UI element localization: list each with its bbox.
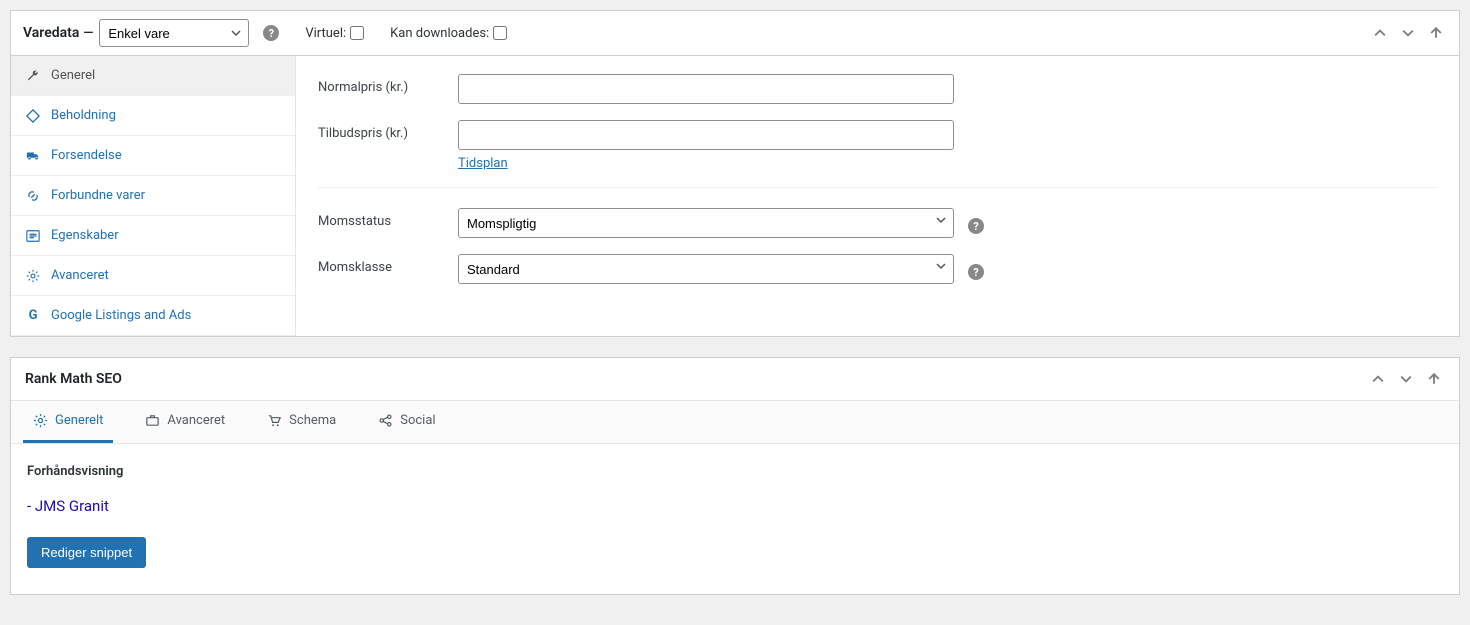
sale-price-label: Tilbudspris (kr.) <box>318 120 458 141</box>
rm-tab-schema[interactable]: Schema <box>257 401 346 443</box>
gear-icon <box>25 269 41 283</box>
rank-math-title: Rank Math SEO <box>25 371 122 387</box>
truck-icon <box>25 149 41 163</box>
cart-icon <box>267 413 282 428</box>
help-icon[interactable]: ? <box>263 25 279 41</box>
rank-math-tabs: Generelt Avanceret Schema Social <box>11 401 1459 444</box>
list-icon <box>25 229 41 243</box>
share-icon <box>378 413 393 428</box>
product-data-panel: Varedata — Enkel vare ? Virtuel: Kan dow… <box>10 10 1460 337</box>
product-data-tabs: Generel Beholdning Forsendelse Forbundne… <box>11 56 296 336</box>
briefcase-icon <box>145 413 160 428</box>
tab-inventory[interactable]: Beholdning <box>11 96 295 136</box>
tab-advanced[interactable]: Avanceret <box>11 256 295 296</box>
product-type-select[interactable]: Enkel vare <box>99 19 249 47</box>
tab-shipping[interactable]: Forsendelse <box>11 136 295 176</box>
rm-tab-advanced[interactable]: Avanceret <box>135 401 235 443</box>
diamond-icon <box>25 109 41 123</box>
regular-price-label: Normalpris (kr.) <box>318 74 458 95</box>
tax-class-label: Momsklasse <box>318 254 458 275</box>
move-down-icon[interactable] <box>1395 368 1417 390</box>
rm-tab-social[interactable]: Social <box>368 401 445 443</box>
downloadable-checkbox[interactable] <box>493 26 507 40</box>
move-up-icon[interactable] <box>1369 22 1391 44</box>
tab-attributes[interactable]: Egenskaber <box>11 216 295 256</box>
downloadable-checkbox-group[interactable]: Kan downloades: <box>390 26 507 41</box>
move-down-icon[interactable] <box>1397 22 1419 44</box>
virtual-checkbox[interactable] <box>350 26 364 40</box>
tab-general[interactable]: Generel <box>11 56 295 96</box>
tax-status-label: Momsstatus <box>318 208 458 229</box>
move-up-icon[interactable] <box>1367 368 1389 390</box>
toggle-panel-icon[interactable] <box>1425 22 1447 44</box>
virtual-checkbox-group[interactable]: Virtuel: <box>305 26 364 41</box>
tax-class-select[interactable]: Standard <box>458 254 954 284</box>
tab-linked-products[interactable]: Forbundne varer <box>11 176 295 216</box>
tax-status-select[interactable]: Momspligtig <box>458 208 954 238</box>
rm-tab-general[interactable]: Generelt <box>23 401 113 443</box>
wrench-icon <box>25 69 41 83</box>
tab-google-listings[interactable]: G Google Listings and Ads <box>11 296 295 336</box>
product-data-title: Varedata <box>23 25 79 41</box>
link-icon <box>25 189 41 203</box>
edit-snippet-button[interactable]: Rediger snippet <box>27 537 146 568</box>
rank-math-panel: Rank Math SEO Generelt Avanceret <box>10 357 1460 595</box>
gear-icon <box>33 413 48 428</box>
schedule-link[interactable]: Tidsplan <box>458 156 954 171</box>
google-icon: G <box>25 308 41 323</box>
product-data-header: Varedata — Enkel vare ? Virtuel: Kan dow… <box>11 11 1459 56</box>
sale-price-input[interactable] <box>458 120 954 150</box>
help-icon[interactable]: ? <box>968 218 984 234</box>
general-tab-content: Normalpris (kr.) Tilbudspris (kr.) Tidsp… <box>296 56 1459 336</box>
toggle-panel-icon[interactable] <box>1423 368 1445 390</box>
help-icon[interactable]: ? <box>968 264 984 280</box>
rank-math-content: Forhåndsvisning - JMS Granit Rediger sni… <box>11 444 1459 594</box>
preview-title: - JMS Granit <box>27 497 1443 515</box>
regular-price-input[interactable] <box>458 74 954 104</box>
rank-math-header: Rank Math SEO <box>11 358 1459 401</box>
preview-label: Forhåndsvisning <box>27 464 1443 479</box>
